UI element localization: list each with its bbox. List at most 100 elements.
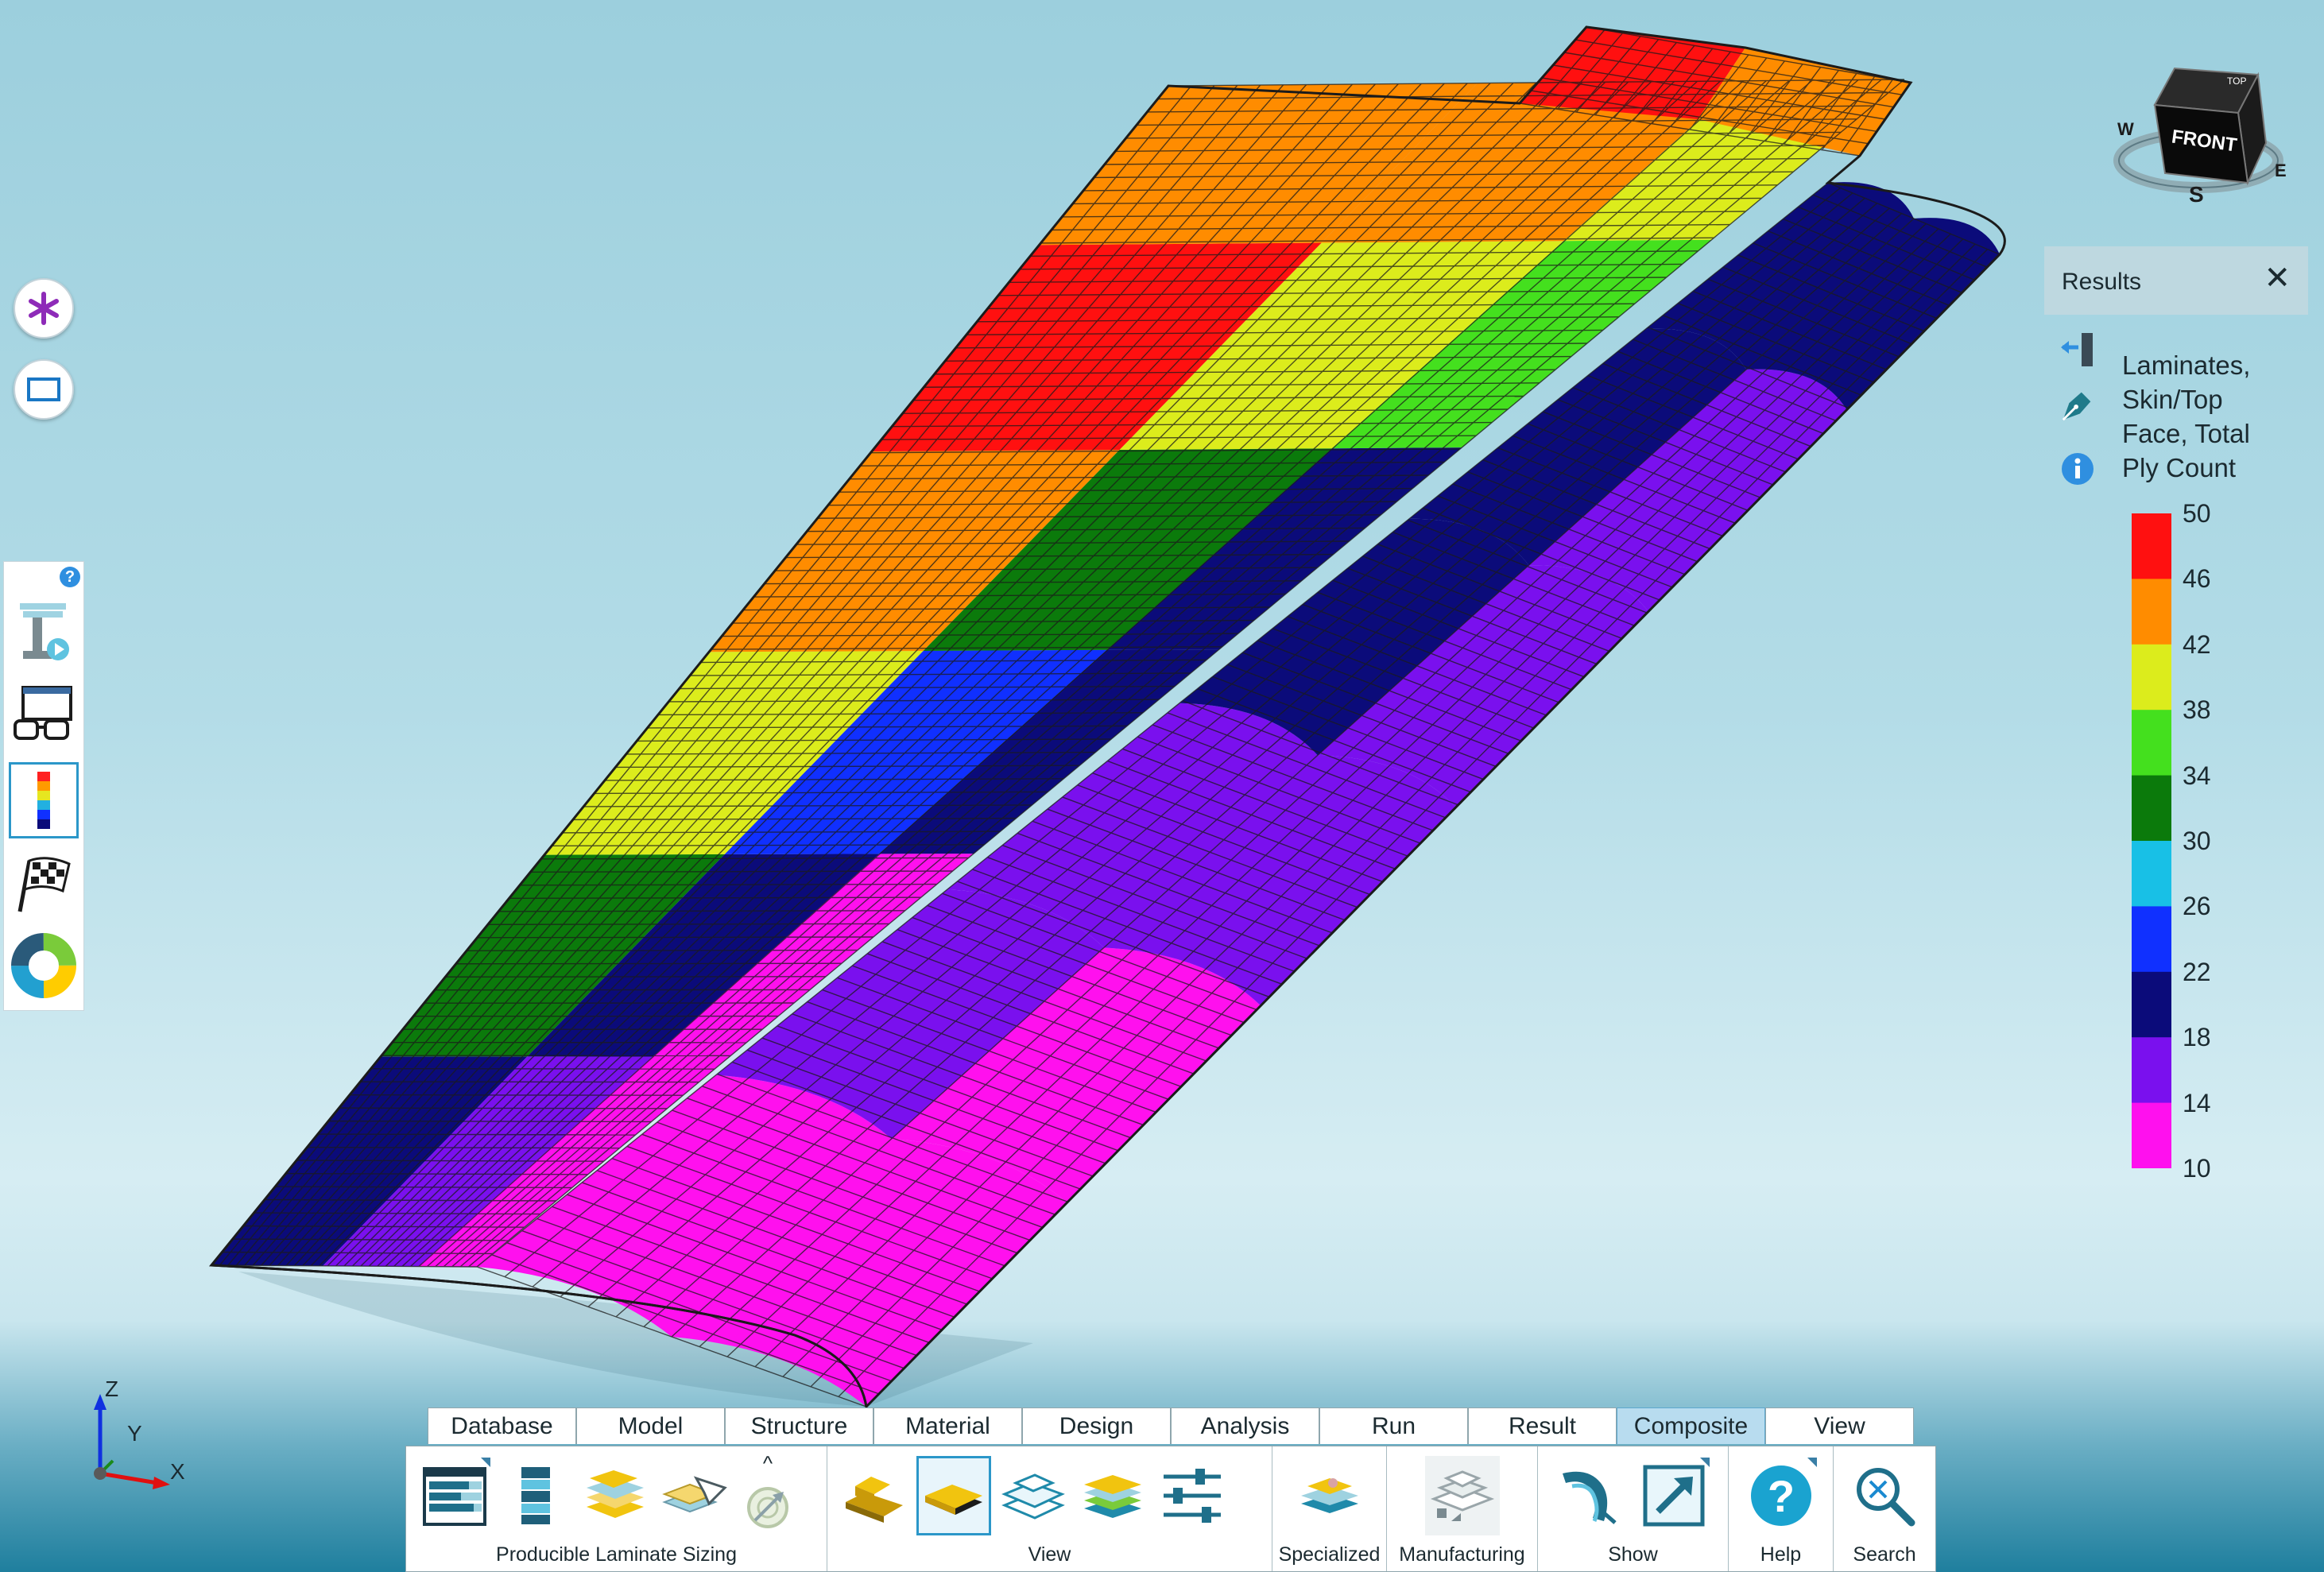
group-label-manufacturing: Manufacturing [1399, 1543, 1525, 1566]
window-button[interactable] [14, 359, 74, 420]
show-drape-button[interactable] [1552, 1456, 1627, 1535]
group-view: View [827, 1446, 1272, 1571]
legend-swatch [2132, 710, 2171, 776]
info-icon [2062, 453, 2094, 485]
laminate-selected-icon [925, 1485, 982, 1515]
tab-composite[interactable]: Composite [1617, 1407, 1765, 1444]
group-search: Search [1834, 1446, 1935, 1571]
checkered-flag-icon [17, 857, 71, 912]
show-export-button[interactable] [1636, 1456, 1711, 1535]
laminate-outline-button[interactable] [996, 1456, 1071, 1535]
tab-analysis[interactable]: Analysis [1171, 1407, 1319, 1444]
edit-results-button[interactable] [2059, 386, 2097, 424]
legend-tick-label: 46 [2183, 564, 2211, 594]
legend-swatch [2132, 1102, 2171, 1168]
legend-swatch [2132, 971, 2171, 1038]
compass-south-label: S [2189, 182, 2204, 207]
pen-nib-icon [2062, 392, 2091, 421]
ply-target-button[interactable]: ^ [740, 1451, 796, 1535]
tab-material[interactable]: Material [873, 1407, 1022, 1444]
legend-tick-label: 42 [2183, 629, 2211, 659]
asterisk-icon [29, 292, 59, 325]
legend-tick-label: 30 [2183, 827, 2211, 855]
specialized-plies-button[interactable] [1292, 1456, 1367, 1535]
tab-result[interactable]: Result [1468, 1407, 1617, 1444]
results-description-line: Ply Count [2122, 453, 2237, 482]
ply-drop-button[interactable] [578, 1456, 653, 1535]
ply-stack-button[interactable] [498, 1456, 573, 1535]
info-button[interactable] [2059, 450, 2097, 488]
legend-color-bar [2132, 513, 2171, 1168]
ply-drop-icon [587, 1470, 644, 1518]
group-label-search: Search [1853, 1543, 1916, 1566]
group-help: ? Help [1729, 1446, 1834, 1571]
axis-triad: Z Y X [72, 1365, 215, 1500]
view-glasses-button[interactable] [9, 678, 79, 754]
collapse-ribbon-icon[interactable]: ^ [740, 1451, 796, 1476]
legend-swatch [2132, 1037, 2171, 1104]
checkered-flag-button[interactable] [9, 846, 79, 923]
axis-z-label: Z [105, 1376, 119, 1401]
search-button[interactable] [1847, 1456, 1922, 1535]
results-description: Laminates, Skin/Top Face, Total Ply Coun… [2122, 348, 2305, 485]
tab-run[interactable]: Run [1319, 1407, 1468, 1444]
legend-tick-label: 10 [2183, 1154, 2211, 1183]
left-toolbar: ? [3, 561, 84, 1011]
laminate-table-icon [423, 1467, 486, 1526]
group-specialized: Specialized [1272, 1446, 1387, 1571]
tab-view[interactable]: View [1765, 1407, 1914, 1444]
manufacturing-plies-button[interactable] [1425, 1456, 1500, 1535]
results-description-line: Laminates, [2122, 350, 2251, 380]
show-drape-icon [1563, 1471, 1617, 1524]
arrow-left-bar-icon [2061, 333, 2093, 366]
results-description-line: Face, Total [2122, 419, 2250, 448]
sliders-button[interactable] [1155, 1456, 1230, 1535]
ribbon: Database Model Structure Material Design… [405, 1405, 1936, 1572]
help-icon: ? [1751, 1466, 1811, 1526]
tab-structure[interactable]: Structure [725, 1407, 873, 1444]
analysis-setup-icon [20, 603, 69, 660]
group-show: Show [1538, 1446, 1729, 1571]
tab-model[interactable]: Model [576, 1407, 725, 1444]
legend-swatch [2132, 579, 2171, 645]
ribbon-toolbar: ^ Producible Laminate Sizing View Specia… [405, 1446, 1936, 1572]
model-viewport[interactable] [0, 0, 2324, 1572]
color-wheel-button[interactable] [9, 927, 79, 1004]
ply-stack-icon [521, 1467, 550, 1524]
compass-west-label: W [2117, 119, 2134, 139]
help-badge-icon[interactable]: ? [60, 567, 80, 587]
laminate-selected-button[interactable] [916, 1456, 991, 1535]
results-header: Results ✕ [2044, 246, 2308, 315]
color-legend-button[interactable] [9, 762, 79, 838]
tab-database[interactable]: Database [428, 1407, 576, 1444]
legend-tick-label: 38 [2183, 695, 2211, 725]
legend-position-button[interactable] [2059, 331, 2097, 369]
laminate-solid-button[interactable] [837, 1456, 912, 1535]
asterisk-button[interactable] [14, 278, 74, 339]
legend-swatch [2132, 513, 2171, 579]
results-title: Results [2062, 269, 2142, 295]
close-icon[interactable]: ✕ [2264, 262, 2291, 294]
laminate-table-button[interactable] [417, 1456, 492, 1535]
axis-triad-icon [94, 1394, 170, 1489]
view-cube[interactable]: TOP FRONT W S E [2111, 57, 2302, 216]
ply-target-icon [747, 1487, 788, 1528]
show-export-icon [1643, 1465, 1705, 1527]
axis-y-label: Y [127, 1421, 142, 1446]
svg-text:?: ? [1768, 1471, 1795, 1521]
group-label-producible-laminate-sizing: Producible Laminate Sizing [496, 1543, 737, 1566]
ribbon-tabs: Database Model Structure Material Design… [428, 1407, 1915, 1446]
tab-design[interactable]: Design [1022, 1407, 1171, 1444]
group-label-view: View [1028, 1543, 1071, 1566]
analysis-setup-button[interactable] [9, 594, 79, 670]
wing-mesh-plot[interactable] [0, 0, 2324, 1572]
help-button[interactable]: ? [1744, 1456, 1819, 1535]
ply-shape-button[interactable] [657, 1456, 732, 1535]
legend-tick-label: 14 [2183, 1088, 2211, 1117]
legend-swatch [2132, 644, 2171, 710]
laminate-layers-button[interactable] [1075, 1456, 1150, 1535]
results-panel: Results ✕ Laminates, Skin/Top Face, Tota… [2044, 246, 2308, 1184]
legend-swatch [2132, 775, 2171, 842]
group-producible-laminate-sizing: ^ Producible Laminate Sizing [406, 1446, 827, 1571]
group-manufacturing: Manufacturing [1387, 1446, 1538, 1571]
